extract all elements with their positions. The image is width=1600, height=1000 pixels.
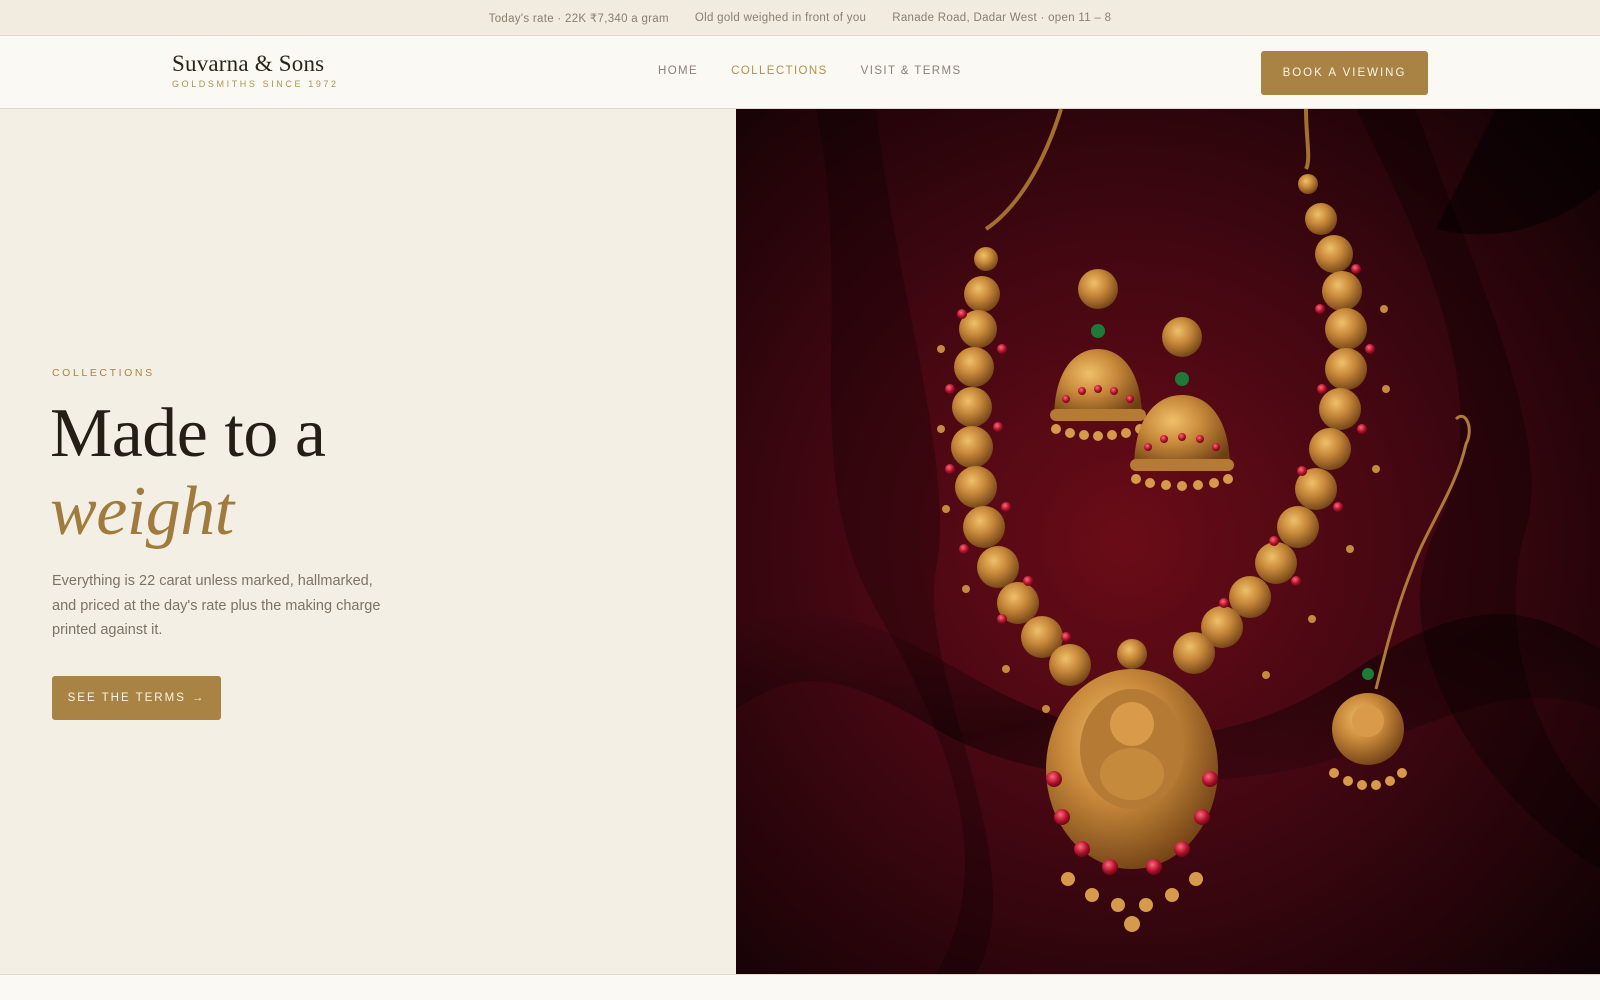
main-nav: HOME COLLECTIONS VISIT & TERMS [658, 65, 962, 77]
hero-eyebrow: COLLECTIONS [52, 367, 155, 379]
weighing-text: Old gold weighed in front of you [694, 11, 867, 24]
announcement-bar: Today's rate · 22K ₹7,340 a gram Old gol… [0, 0, 1600, 36]
arrow-right-icon: → [191, 692, 206, 704]
headline-line-2: weight [50, 473, 234, 550]
nav-home[interactable]: HOME [658, 65, 698, 77]
hero-description: Everything is 22 carat unless marked, ha… [52, 573, 381, 638]
logo-name: Suvarna & Sons [172, 51, 325, 76]
site-logo[interactable]: Suvarna & Sons GOLDSMITHS SINCE 1972 [172, 52, 339, 89]
hero-jewellery-image [736, 109, 1600, 974]
necklace-illustration [736, 109, 1600, 974]
see-terms-label: SEE THE TERMS [67, 692, 186, 704]
book-viewing-button[interactable]: BOOK A VIEWING [1261, 51, 1428, 95]
address-hours-text: Ranade Road, Dadar West · open 11 – 8 [892, 11, 1112, 24]
hero-text-panel: COLLECTIONS Made to a weight Everything … [0, 109, 736, 974]
nav-visit-terms[interactable]: VISIT & TERMS [861, 65, 962, 77]
page-bottom-strip [0, 974, 1600, 1000]
gold-rate-text: Today's rate · 22K ₹7,340 a gram [488, 12, 669, 25]
logo-tagline: GOLDSMITHS SINCE 1972 [172, 79, 339, 89]
see-terms-button[interactable]: SEE THE TERMS → [52, 676, 221, 720]
headline-line-1: Made to a [50, 395, 326, 472]
hero-headline: Made to a weight [50, 395, 326, 551]
nav-collections[interactable]: COLLECTIONS [731, 65, 828, 77]
site-header: Suvarna & Sons GOLDSMITHS SINCE 1972 HOM… [0, 36, 1600, 109]
